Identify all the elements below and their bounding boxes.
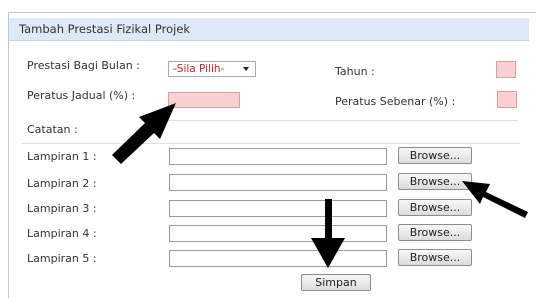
year-input[interactable] bbox=[496, 61, 516, 78]
attachment-label-1: Lampiran 1 : bbox=[27, 150, 97, 163]
planned-percent-input[interactable] bbox=[168, 92, 240, 108]
attachment-input-1[interactable] bbox=[169, 148, 387, 165]
month-select-value: -Sila Pilih- bbox=[173, 63, 225, 75]
attachment-label-3: Lampiran 3 : bbox=[27, 202, 97, 215]
chevron-down-icon bbox=[243, 67, 249, 71]
attachment-input-3[interactable] bbox=[169, 200, 387, 217]
planned-percent-label: Peratus Jadual (%) : bbox=[27, 89, 136, 102]
attachment-label-5: Lampiran 5 : bbox=[27, 252, 97, 265]
browse-button-2[interactable]: Browse... bbox=[398, 173, 472, 190]
browse-button-3[interactable]: Browse... bbox=[398, 199, 472, 216]
form-header: Tambah Prestasi Fizikal Projek bbox=[9, 18, 529, 41]
browse-button-5[interactable]: Browse... bbox=[398, 249, 472, 266]
form-title: Tambah Prestasi Fizikal Projek bbox=[19, 22, 191, 36]
attachment-input-5[interactable] bbox=[169, 250, 387, 267]
attachment-label-4: Lampiran 4 : bbox=[27, 227, 97, 240]
row-separator bbox=[22, 143, 520, 144]
notes-label: Catatan : bbox=[27, 123, 78, 136]
browse-button-1[interactable]: Browse... bbox=[398, 147, 472, 164]
year-label: Tahun : bbox=[335, 65, 375, 78]
browse-button-4[interactable]: Browse... bbox=[398, 224, 472, 241]
month-label: Prestasi Bagi Bulan : bbox=[27, 59, 140, 72]
save-button[interactable]: Simpan bbox=[301, 274, 371, 291]
notes-separator bbox=[168, 120, 518, 121]
attachment-input-4[interactable] bbox=[169, 225, 387, 242]
month-select[interactable]: -Sila Pilih- bbox=[168, 61, 256, 77]
actual-percent-label: Peratus Sebenar (%) : bbox=[335, 95, 456, 108]
attachment-label-2: Lampiran 2 : bbox=[27, 177, 97, 190]
actual-percent-input[interactable] bbox=[497, 91, 517, 108]
attachment-input-2[interactable] bbox=[169, 174, 387, 191]
